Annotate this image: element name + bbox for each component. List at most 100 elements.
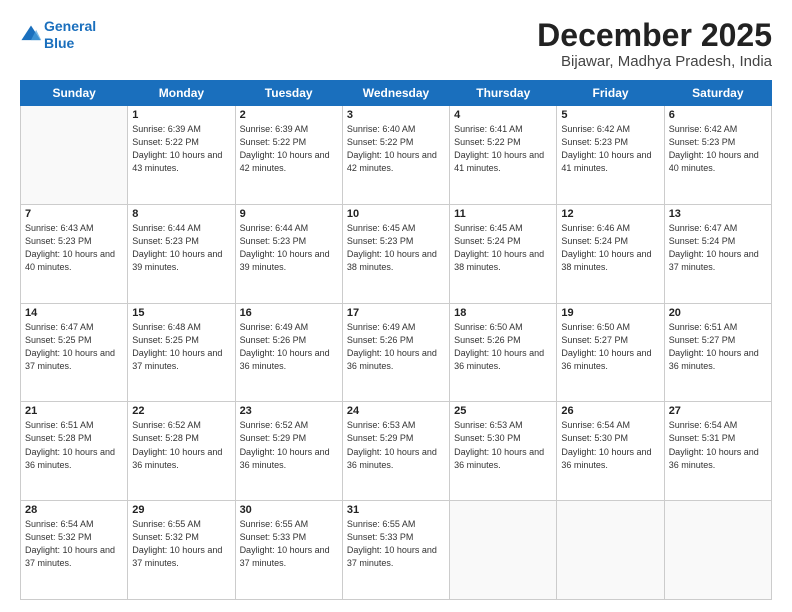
week-row-4: 28 Sunrise: 6:54 AM Sunset: 5:32 PM Dayli… (21, 501, 772, 600)
calendar-header: Sunday Monday Tuesday Wednesday Thursday… (21, 81, 772, 106)
cell-w0-d2: 2 Sunrise: 6:39 AM Sunset: 5:22 PM Daylig… (235, 106, 342, 205)
day-num-w0-d1: 1 (132, 109, 230, 121)
day-info-w0-d3: Sunrise: 6:40 AM Sunset: 5:22 PM Dayligh… (347, 123, 445, 175)
week-row-2: 14 Sunrise: 6:47 AM Sunset: 5:25 PM Dayli… (21, 303, 772, 402)
day-num-w3-d6: 27 (669, 405, 767, 417)
header-monday: Monday (128, 81, 235, 106)
cell-w3-d1: 22 Sunrise: 6:52 AM Sunset: 5:28 PM Dayli… (128, 402, 235, 501)
cell-w1-d6: 13Sunrise: 6:47 AM Sunset: 5:24 PM Dayli… (664, 204, 771, 303)
cell-w4-d2: 30 Sunrise: 6:55 AM Sunset: 5:33 PM Dayli… (235, 501, 342, 600)
day-num-w1-d1: 8 (132, 208, 230, 220)
day-info-w1-d2: Sunrise: 6:44 AM Sunset: 5:23 PM Dayligh… (240, 222, 338, 274)
day-info-w0-d6: Sunrise: 6:42 AM Sunset: 5:23 PM Dayligh… (669, 123, 767, 175)
header-saturday: Saturday (664, 81, 771, 106)
day-num-w2-d5: 19 (561, 307, 659, 319)
cell-w2-d1: 15 Sunrise: 6:48 AM Sunset: 5:25 PM Dayli… (128, 303, 235, 402)
week-row-1: 7 Sunrise: 6:43 AM Sunset: 5:23 PM Daylig… (21, 204, 772, 303)
day-info-w3-d4: Sunrise: 6:53 AM Sunset: 5:30 PM Dayligh… (454, 419, 552, 471)
day-info-w2-d3: Sunrise: 6:49 AM Sunset: 5:26 PM Dayligh… (347, 321, 445, 373)
day-num-w4-d0: 28 (25, 504, 123, 516)
day-num-w0-d2: 2 (240, 109, 338, 121)
day-info-w3-d6: Sunrise: 6:54 AM Sunset: 5:31 PM Dayligh… (669, 419, 767, 471)
title-block: December 2025 Bijawar, Madhya Pradesh, I… (537, 18, 772, 70)
day-num-w2-d3: 17 (347, 307, 445, 319)
day-num-w4-d2: 30 (240, 504, 338, 516)
day-num-w0-d5: 5 (561, 109, 659, 121)
day-info-w2-d2: Sunrise: 6:49 AM Sunset: 5:26 PM Dayligh… (240, 321, 338, 373)
header-sunday: Sunday (21, 81, 128, 106)
day-info-w2-d0: Sunrise: 6:47 AM Sunset: 5:25 PM Dayligh… (25, 321, 123, 373)
day-num-w4-d1: 29 (132, 504, 230, 516)
day-num-w2-d6: 20 (669, 307, 767, 319)
day-info-w1-d0: Sunrise: 6:43 AM Sunset: 5:23 PM Dayligh… (25, 222, 123, 274)
day-info-w1-d5: Sunrise: 6:46 AM Sunset: 5:24 PM Dayligh… (561, 222, 659, 274)
day-num-w1-d0: 7 (25, 208, 123, 220)
day-num-w0-d4: 4 (454, 109, 552, 121)
cell-w4-d5 (557, 501, 664, 600)
cell-w0-d1: 1 Sunrise: 6:39 AM Sunset: 5:22 PM Daylig… (128, 106, 235, 205)
cell-w1-d0: 7 Sunrise: 6:43 AM Sunset: 5:23 PM Daylig… (21, 204, 128, 303)
day-num-w3-d0: 21 (25, 405, 123, 417)
cell-w0-d6: 6Sunrise: 6:42 AM Sunset: 5:23 PM Daylig… (664, 106, 771, 205)
day-num-w1-d2: 9 (240, 208, 338, 220)
day-info-w0-d5: Sunrise: 6:42 AM Sunset: 5:23 PM Dayligh… (561, 123, 659, 175)
cell-w1-d2: 9 Sunrise: 6:44 AM Sunset: 5:23 PM Daylig… (235, 204, 342, 303)
cell-w4-d0: 28 Sunrise: 6:54 AM Sunset: 5:32 PM Dayli… (21, 501, 128, 600)
cell-w3-d0: 21Sunrise: 6:51 AM Sunset: 5:28 PM Dayli… (21, 402, 128, 501)
calendar-table: Sunday Monday Tuesday Wednesday Thursday… (20, 80, 772, 600)
day-num-w2-d4: 18 (454, 307, 552, 319)
day-info-w1-d1: Sunrise: 6:44 AM Sunset: 5:23 PM Dayligh… (132, 222, 230, 274)
header-tuesday: Tuesday (235, 81, 342, 106)
logo-icon (20, 24, 42, 46)
day-num-w4-d3: 31 (347, 504, 445, 516)
cell-w3-d2: 23Sunrise: 6:52 AM Sunset: 5:29 PM Dayli… (235, 402, 342, 501)
cell-w1-d4: 11Sunrise: 6:45 AM Sunset: 5:24 PM Dayli… (450, 204, 557, 303)
cell-w1-d3: 10Sunrise: 6:45 AM Sunset: 5:23 PM Dayli… (342, 204, 449, 303)
header: General Blue December 2025 Bijawar, Madh… (20, 18, 772, 70)
day-info-w4-d0: Sunrise: 6:54 AM Sunset: 5:32 PM Dayligh… (25, 518, 123, 570)
cell-w4-d1: 29 Sunrise: 6:55 AM Sunset: 5:32 PM Dayli… (128, 501, 235, 600)
weekday-header-row: Sunday Monday Tuesday Wednesday Thursday… (21, 81, 772, 106)
day-num-w3-d1: 22 (132, 405, 230, 417)
day-num-w1-d6: 13 (669, 208, 767, 220)
cell-w1-d1: 8 Sunrise: 6:44 AM Sunset: 5:23 PM Daylig… (128, 204, 235, 303)
header-thursday: Thursday (450, 81, 557, 106)
day-info-w4-d3: Sunrise: 6:55 AM Sunset: 5:33 PM Dayligh… (347, 518, 445, 570)
cell-w2-d5: 19 Sunrise: 6:50 AM Sunset: 5:27 PM Dayli… (557, 303, 664, 402)
cell-w0-d3: 3 Sunrise: 6:40 AM Sunset: 5:22 PM Daylig… (342, 106, 449, 205)
header-friday: Friday (557, 81, 664, 106)
day-info-w2-d5: Sunrise: 6:50 AM Sunset: 5:27 PM Dayligh… (561, 321, 659, 373)
day-info-w3-d2: Sunrise: 6:52 AM Sunset: 5:29 PM Dayligh… (240, 419, 338, 471)
week-row-3: 21Sunrise: 6:51 AM Sunset: 5:28 PM Dayli… (21, 402, 772, 501)
cell-w0-d0 (21, 106, 128, 205)
logo: General Blue (20, 18, 96, 52)
day-num-w0-d3: 3 (347, 109, 445, 121)
day-info-w2-d6: Sunrise: 6:51 AM Sunset: 5:27 PM Dayligh… (669, 321, 767, 373)
cell-w2-d2: 16 Sunrise: 6:49 AM Sunset: 5:26 PM Dayli… (235, 303, 342, 402)
cell-w3-d3: 24Sunrise: 6:53 AM Sunset: 5:29 PM Dayli… (342, 402, 449, 501)
calendar-body: 1 Sunrise: 6:39 AM Sunset: 5:22 PM Daylig… (21, 106, 772, 600)
header-wednesday: Wednesday (342, 81, 449, 106)
day-info-w0-d4: Sunrise: 6:41 AM Sunset: 5:22 PM Dayligh… (454, 123, 552, 175)
cell-w3-d5: 26Sunrise: 6:54 AM Sunset: 5:30 PM Dayli… (557, 402, 664, 501)
cell-w1-d5: 12Sunrise: 6:46 AM Sunset: 5:24 PM Dayli… (557, 204, 664, 303)
day-info-w4-d1: Sunrise: 6:55 AM Sunset: 5:32 PM Dayligh… (132, 518, 230, 570)
day-info-w3-d5: Sunrise: 6:54 AM Sunset: 5:30 PM Dayligh… (561, 419, 659, 471)
day-num-w2-d0: 14 (25, 307, 123, 319)
cell-w4-d3: 31 Sunrise: 6:55 AM Sunset: 5:33 PM Dayli… (342, 501, 449, 600)
cell-w0-d5: 5 Sunrise: 6:42 AM Sunset: 5:23 PM Daylig… (557, 106, 664, 205)
cell-w2-d6: 20 Sunrise: 6:51 AM Sunset: 5:27 PM Dayli… (664, 303, 771, 402)
cell-w3-d6: 27 Sunrise: 6:54 AM Sunset: 5:31 PM Dayli… (664, 402, 771, 501)
day-info-w0-d1: Sunrise: 6:39 AM Sunset: 5:22 PM Dayligh… (132, 123, 230, 175)
day-info-w4-d2: Sunrise: 6:55 AM Sunset: 5:33 PM Dayligh… (240, 518, 338, 570)
page: General Blue December 2025 Bijawar, Madh… (0, 0, 792, 612)
cell-w2-d4: 18Sunrise: 6:50 AM Sunset: 5:26 PM Dayli… (450, 303, 557, 402)
subtitle: Bijawar, Madhya Pradesh, India (537, 53, 772, 70)
day-info-w0-d2: Sunrise: 6:39 AM Sunset: 5:22 PM Dayligh… (240, 123, 338, 175)
day-info-w3-d1: Sunrise: 6:52 AM Sunset: 5:28 PM Dayligh… (132, 419, 230, 471)
day-num-w2-d2: 16 (240, 307, 338, 319)
logo-line1: General (44, 18, 96, 34)
cell-w3-d4: 25Sunrise: 6:53 AM Sunset: 5:30 PM Dayli… (450, 402, 557, 501)
day-num-w2-d1: 15 (132, 307, 230, 319)
day-info-w2-d1: Sunrise: 6:48 AM Sunset: 5:25 PM Dayligh… (132, 321, 230, 373)
